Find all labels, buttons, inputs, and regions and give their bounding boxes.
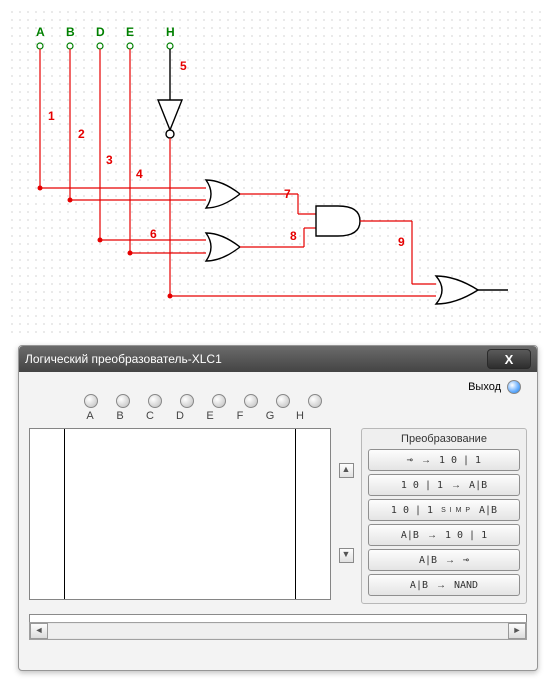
- close-button[interactable]: X: [487, 349, 531, 369]
- col-e: E: [204, 410, 216, 422]
- or-gate-2[interactable]: [206, 233, 240, 261]
- btn-tt-to-expr[interactable]: 1 0 | 1→A|B: [368, 474, 520, 496]
- wire-label-8: 8: [290, 229, 297, 243]
- pin-d[interactable]: [97, 43, 103, 49]
- led-a[interactable]: [84, 394, 98, 408]
- h-scrollbar[interactable]: ◄ ►: [29, 622, 527, 640]
- led-f[interactable]: [244, 394, 258, 408]
- led-c[interactable]: [148, 394, 162, 408]
- scroll-right-button[interactable]: ►: [508, 623, 526, 639]
- wire-label-1: 1: [48, 109, 55, 123]
- scroll-track[interactable]: [48, 624, 508, 638]
- not-bubble: [166, 130, 174, 138]
- col-d: D: [174, 410, 186, 422]
- led-d[interactable]: [180, 394, 194, 408]
- spin-up[interactable]: ▲: [339, 463, 354, 478]
- output-label: Выход: [468, 381, 501, 393]
- led-e[interactable]: [212, 394, 226, 408]
- and-gate[interactable]: [316, 206, 360, 236]
- col-f: F: [234, 410, 246, 422]
- wire-label-5: 5: [180, 59, 187, 73]
- led-b[interactable]: [116, 394, 130, 408]
- logic-converter-dialog: Логический преобразователь-XLC1 X Выход …: [18, 345, 538, 671]
- input-label-b: B: [66, 25, 75, 39]
- spin-down[interactable]: ▼: [339, 548, 354, 563]
- input-label-h: H: [166, 25, 175, 39]
- pin-a[interactable]: [37, 43, 43, 49]
- col-b: B: [114, 410, 126, 422]
- btn-expr-to-tt[interactable]: A|B→1 0 | 1: [368, 524, 520, 546]
- dialog-title: Логический преобразователь-XLC1: [25, 352, 487, 366]
- pin-e[interactable]: [127, 43, 133, 49]
- wire-label-9: 9: [398, 235, 405, 249]
- btn-expr-to-circuit[interactable]: A|B→⊸: [368, 549, 520, 571]
- circuit-svg: A B D E H 1 2 3 4 5 6 7 8 9: [8, 8, 546, 338]
- pin-h[interactable]: [167, 43, 173, 49]
- input-label-d: D: [96, 25, 105, 39]
- spinner: ▲ ▼: [339, 428, 353, 598]
- pin-b[interactable]: [67, 43, 73, 49]
- btn-expr-to-nand[interactable]: A|B→NAND: [368, 574, 520, 596]
- input-label-a: A: [36, 25, 45, 39]
- btn-circuit-to-tt[interactable]: ⊸→1 0 | 1: [368, 449, 520, 471]
- col-c: C: [144, 410, 156, 422]
- scroll-left-button[interactable]: ◄: [30, 623, 48, 639]
- btn-tt-simp-expr[interactable]: 1 0 | 1S I M PA|B: [368, 499, 520, 521]
- led-h[interactable]: [308, 394, 322, 408]
- wire-label-3: 3: [106, 153, 113, 167]
- wire-label-2: 2: [78, 127, 85, 141]
- conversion-title: Преобразование: [368, 433, 520, 445]
- or-gate-1[interactable]: [206, 180, 240, 208]
- not-gate[interactable]: [158, 100, 182, 130]
- truth-table[interactable]: [29, 428, 331, 600]
- col-a: A: [84, 410, 96, 422]
- input-label-e: E: [126, 25, 134, 39]
- col-h: H: [294, 410, 306, 422]
- col-g: G: [264, 410, 276, 422]
- led-g[interactable]: [276, 394, 290, 408]
- or-gate-3[interactable]: [436, 276, 478, 304]
- wire-label-6: 6: [150, 227, 157, 241]
- conversion-panel: Преобразование ⊸→1 0 | 1 1 0 | 1→A|B 1 0…: [361, 428, 527, 604]
- output-led[interactable]: [507, 380, 521, 394]
- close-icon: X: [505, 352, 514, 367]
- titlebar[interactable]: Логический преобразователь-XLC1 X: [19, 346, 537, 372]
- wire-label-4: 4: [136, 167, 143, 181]
